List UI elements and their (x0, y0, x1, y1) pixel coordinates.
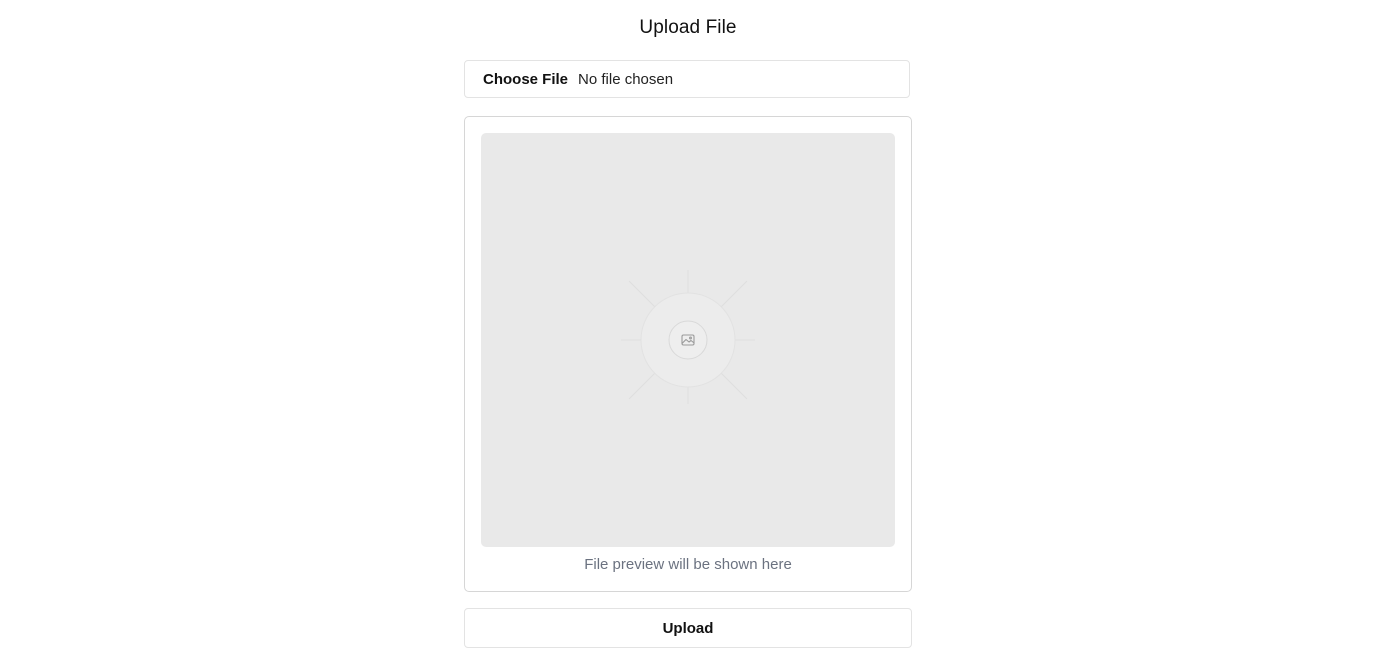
file-input[interactable]: Choose File No file chosen (464, 60, 910, 98)
file-preview-area (481, 133, 895, 547)
choose-file-button[interactable]: Choose File (483, 71, 568, 88)
preview-caption: File preview will be shown here (584, 556, 792, 573)
upload-page: Upload File Choose File No file chosen F… (0, 0, 1376, 664)
file-status-text: No file chosen (578, 70, 674, 88)
page-title: Upload File (639, 17, 737, 38)
preview-placeholder-graphic (621, 270, 755, 404)
placeholder-inner-circle (668, 320, 708, 360)
preview-card: File preview will be shown here (464, 116, 912, 592)
upload-button[interactable]: Upload (464, 608, 912, 648)
